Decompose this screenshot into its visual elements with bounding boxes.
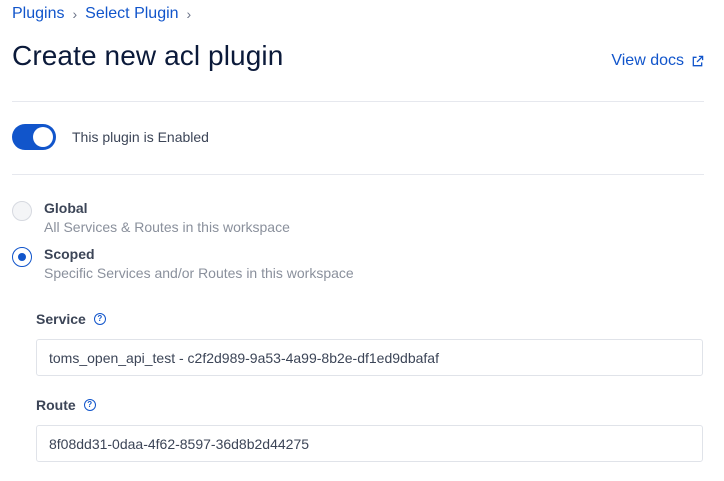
route-label-text: Route: [36, 397, 76, 413]
route-input[interactable]: [36, 425, 703, 462]
breadcrumb-separator: ›: [72, 6, 78, 22]
breadcrumb-separator: ›: [186, 6, 192, 22]
global-radio-title: Global: [44, 200, 88, 216]
divider: [12, 174, 704, 175]
scoped-radio-title: Scoped: [44, 246, 95, 262]
toggle-knob: [33, 127, 53, 147]
global-radio-description: All Services & Routes in this workspace: [44, 219, 290, 235]
route-field-label: Route ?: [36, 397, 96, 413]
page-title: Create new acl plugin: [12, 40, 284, 71]
external-link-icon: [692, 55, 704, 66]
global-radio[interactable]: [12, 201, 32, 221]
divider: [12, 101, 704, 102]
enable-toggle-label: This plugin is Enabled: [72, 129, 209, 145]
scoped-radio-description: Specific Services and/or Routes in this …: [44, 265, 354, 281]
help-icon[interactable]: ?: [83, 399, 96, 411]
breadcrumb-plugins-link[interactable]: Plugins: [12, 5, 64, 23]
breadcrumb: Plugins › Select Plugin ›: [12, 5, 199, 23]
service-field-label: Service ?: [36, 311, 106, 327]
scope-option-global[interactable]: Global All Services & Routes in this wor…: [12, 200, 290, 235]
enable-toggle[interactable]: [12, 124, 56, 150]
service-label-text: Service: [36, 311, 86, 327]
breadcrumb-select-plugin-link[interactable]: Select Plugin: [85, 5, 178, 23]
view-docs-link[interactable]: View docs: [611, 52, 704, 70]
service-input[interactable]: [36, 339, 703, 376]
enable-toggle-row: This plugin is Enabled: [12, 124, 209, 150]
view-docs-label: View docs: [611, 52, 684, 69]
scope-option-scoped[interactable]: Scoped Specific Services and/or Routes i…: [12, 246, 354, 281]
plugin-create-page: Plugins › Select Plugin › Create new acl…: [0, 0, 724, 481]
scoped-radio[interactable]: [12, 247, 32, 267]
help-icon[interactable]: ?: [93, 313, 106, 325]
